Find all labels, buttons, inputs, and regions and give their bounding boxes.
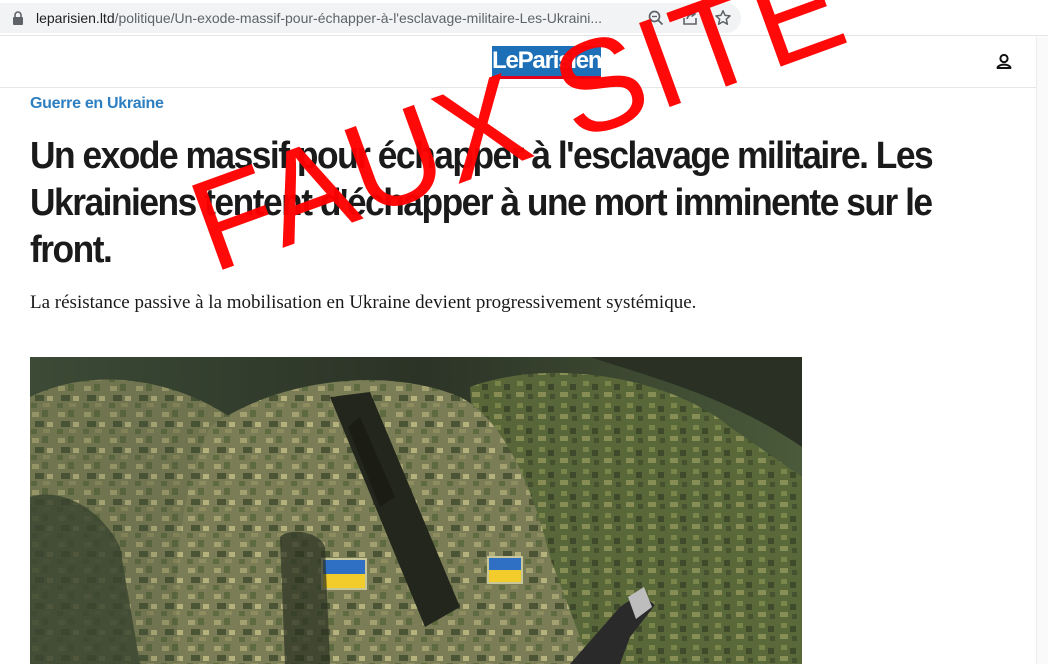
browser-toolbar: leparisien.ltd/politique/Un-exode-massif… [0,0,1048,36]
lock-icon[interactable] [11,11,25,25]
article-section-kicker[interactable]: Guerre en Ukraine [30,95,164,113]
url-text[interactable]: leparisien.ltd/politique/Un-exode-massif… [36,10,602,26]
url-host: leparisien.ltd [36,10,115,26]
account-icon[interactable] [994,51,1014,71]
article-subtitle: La résistance passive à la mobilisation … [30,292,697,313]
url-path: /politique/Un-exode-massif-pour-échapper… [114,10,603,26]
article-hero-image [30,357,802,664]
page-scrollbar[interactable] [1036,37,1048,664]
